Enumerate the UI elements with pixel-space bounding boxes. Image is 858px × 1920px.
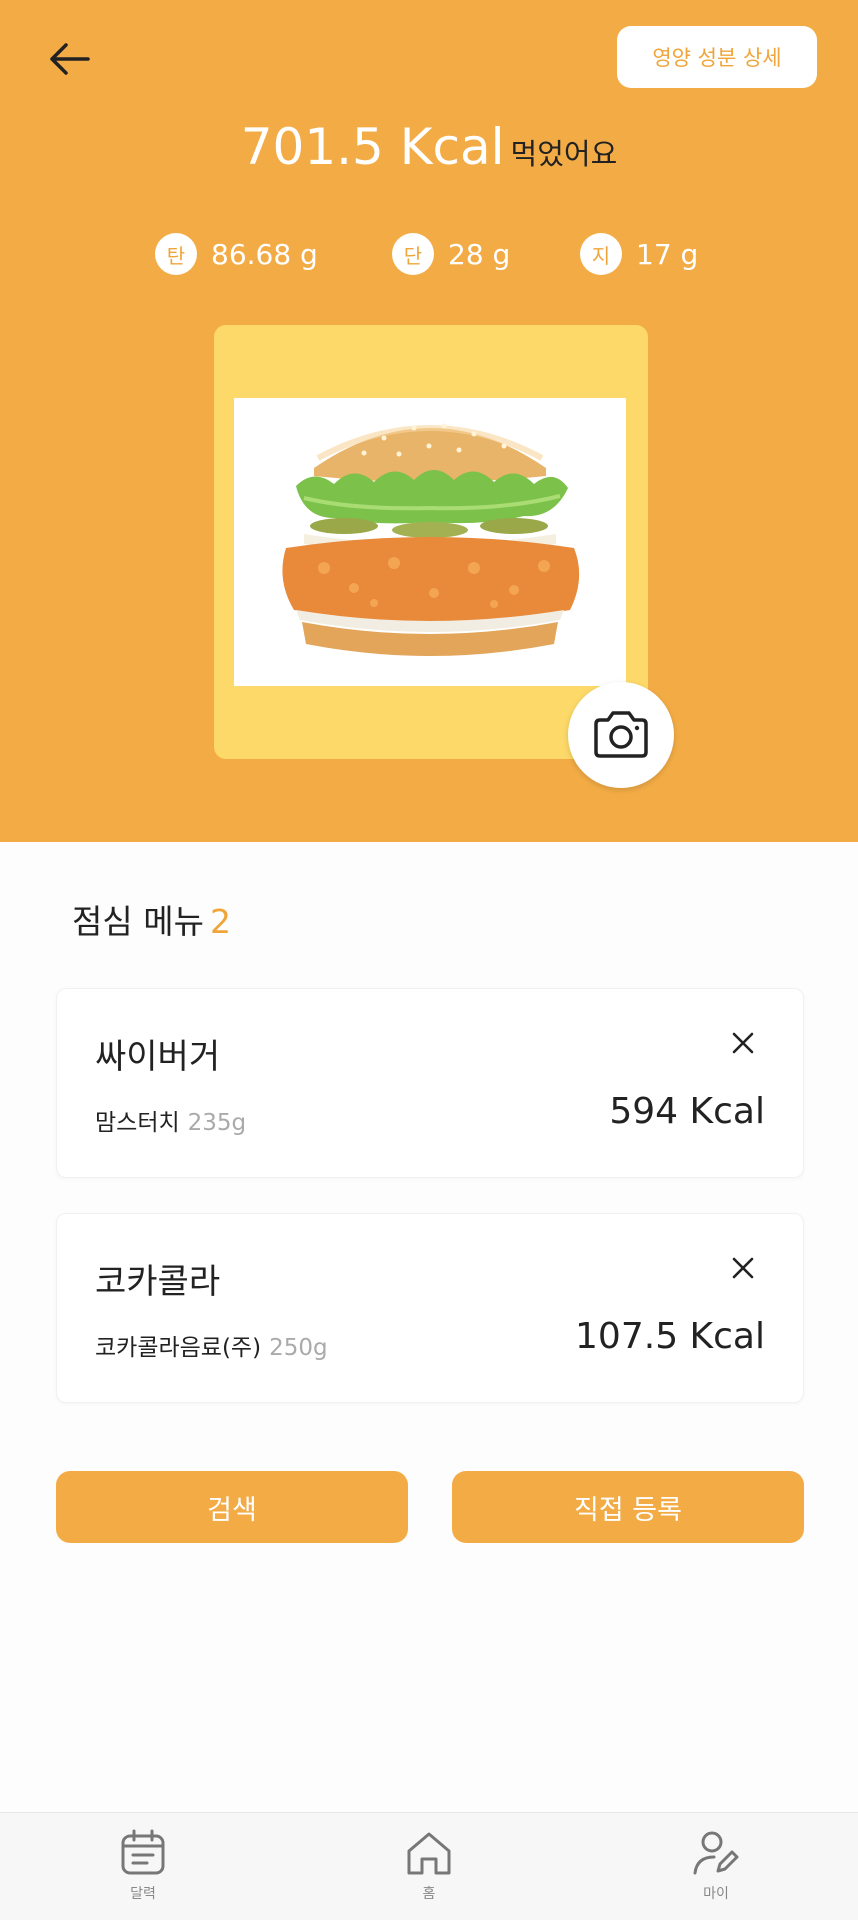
menu-item-card[interactable]: 싸이버거 맘스터치 235g 594 Kcal [56,988,804,1178]
back-button[interactable] [44,36,94,82]
tab-calendar-label: 달력 [130,1886,156,1902]
meal-count: 2 [209,902,231,941]
macro-protein: 단 28 g [392,230,510,278]
menu-item-name: 코카콜라 [95,1262,221,1302]
user-edit-icon [693,1831,739,1875]
total-kcal-suffix: 먹었어요 [510,137,618,171]
menu-item-brand: 코카콜라음료(주) [95,1335,262,1361]
calendar-icon [121,1829,165,1875]
macro-fat-value: 17 g [636,237,699,271]
nutrition-detail-button[interactable]: 영양 성분 상세 [617,26,817,88]
home-icon [407,1832,451,1875]
menu-item-card[interactable]: 코카콜라 코카콜라음료(주) 250g 107.5 Kcal [56,1213,804,1403]
menu-item-brand-line: 코카콜라음료(주) 250g [95,1328,328,1362]
meal-title: 점심 메뉴 [72,902,204,941]
macro-carbs-value: 86.68 g [211,237,318,271]
menu-item-name: 싸이버거 [95,1037,221,1077]
total-kcal-value: 701.5 Kcal [240,118,505,176]
macro-fat: 지 17 g [580,230,698,278]
close-icon [732,1257,754,1279]
meal-photo [234,398,626,686]
tab-home-label: 홈 [422,1886,436,1902]
camera-button[interactable] [568,682,674,788]
meal-section-title: 점심 메뉴 2 [72,895,231,943]
macro-summary: 탄 86.68 g 단 28 g 지 17 g [0,230,858,278]
remove-item-button[interactable] [723,1248,763,1288]
close-icon [732,1032,754,1054]
tab-my[interactable]: 마이 [656,1813,776,1920]
menu-item-brand: 맘스터치 [95,1110,180,1136]
bottom-tab-bar: 달력 홈 마이 [0,1812,858,1920]
tab-my-label: 마이 [703,1886,729,1902]
menu-item-kcal: 107.5 Kcal [575,1316,765,1357]
summary-header: 영양 성분 상세 701.5 Kcal 먹었어요 탄 86.68 g 단 28 g… [0,0,858,842]
tab-home[interactable]: 홈 [369,1813,489,1920]
remove-item-button[interactable] [723,1023,763,1063]
macro-fat-badge: 지 [580,233,622,275]
macro-carbs: 탄 86.68 g [155,230,318,278]
menu-item-weight: 235g [187,1110,247,1136]
menu-item-brand-line: 맘스터치 235g [95,1103,246,1137]
manual-register-button[interactable]: 직접 등록 [452,1471,804,1543]
macro-protein-value: 28 g [448,237,511,271]
macro-protein-badge: 단 [392,233,434,275]
menu-item-kcal: 594 Kcal [609,1091,765,1132]
macro-carbs-badge: 탄 [155,233,197,275]
search-button[interactable]: 검색 [56,1471,408,1543]
menu-item-weight: 250g [269,1335,328,1361]
camera-icon [594,711,648,758]
arrow-left-icon [50,43,90,75]
burger-image [282,423,580,656]
total-calories: 701.5 Kcal 먹었어요 [0,118,858,176]
meal-photo-card [214,325,648,759]
tab-calendar[interactable]: 달력 [83,1813,203,1920]
